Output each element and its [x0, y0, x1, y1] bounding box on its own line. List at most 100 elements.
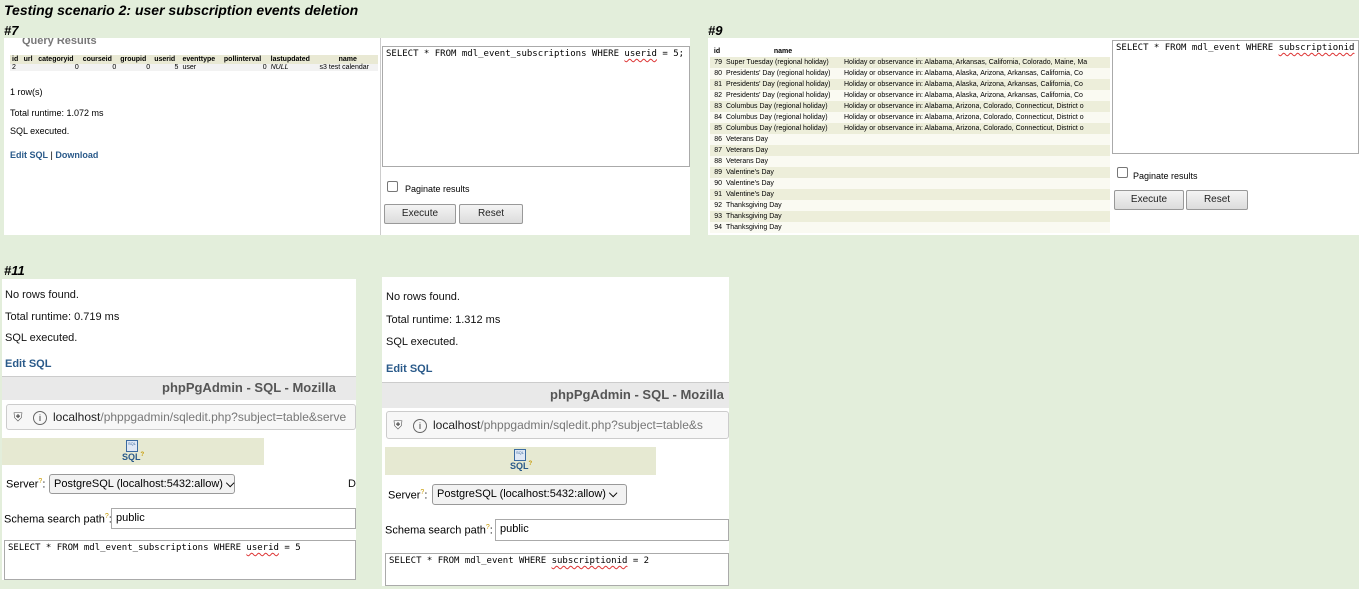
execute-button[interactable]: Execute	[1114, 190, 1184, 210]
edit-sql-link[interactable]: Edit SQL	[5, 358, 51, 370]
server-select[interactable]: PostgreSQL (localhost:5432:allow) ⌵	[432, 484, 627, 505]
col-name: name	[317, 55, 378, 64]
cell: Presidents' Day (regional holiday)	[724, 90, 842, 101]
label-11: #11	[4, 263, 25, 278]
col-name: name	[724, 46, 842, 57]
cell	[21, 64, 37, 71]
col-url: url	[21, 55, 37, 64]
cell: 0	[221, 64, 269, 71]
chevron-down-icon: ⌵	[226, 478, 235, 490]
cell: Holiday or observance in: Alabama, Arizo…	[842, 101, 1110, 112]
cell: s3 test calendar	[317, 64, 378, 71]
url-bar[interactable]: ⛨ i localhost/phppgadmin/sqledit.php?subje…	[386, 411, 729, 439]
truncated-text: D	[348, 478, 356, 490]
runtime: Total runtime: 1.072 ms	[10, 108, 104, 118]
query-results-heading: Query Results	[22, 38, 97, 47]
col-id: id	[10, 55, 22, 64]
chevron-down-icon: ⌵	[609, 488, 618, 500]
execute-button[interactable]: Execute	[384, 204, 456, 224]
table-row: 92 Thanksgiving Day	[710, 200, 1110, 211]
query-results-table: id url categoryid courseid groupid useri…	[10, 55, 378, 71]
reset-button[interactable]: Reset	[459, 204, 523, 224]
cell: 79	[710, 57, 724, 68]
edit-sql-link[interactable]: Edit SQL	[10, 150, 48, 160]
no-rows: No rows found.	[386, 291, 460, 303]
sql-executed: SQL executed.	[5, 332, 78, 344]
table-row: 91 Valentine's Day	[710, 189, 1110, 200]
no-rows: No rows found.	[5, 289, 79, 301]
table-row: 93 Thanksgiving Day	[710, 211, 1110, 222]
cell: Valentine's Day	[724, 178, 842, 189]
cell: Columbus Day (regional holiday)	[724, 112, 842, 123]
cell: user	[180, 64, 222, 71]
download-link[interactable]: Download	[55, 150, 98, 160]
tab-sql[interactable]: SQL SQL?	[2, 438, 264, 465]
sql-textarea[interactable]: SELECT * FROM mdl_event WHERE subscripti…	[385, 553, 729, 586]
cell: 89	[710, 167, 724, 178]
col-pollinterval: pollinterval	[221, 55, 269, 64]
cell: 93	[710, 211, 724, 222]
cell: Veterans Day	[724, 156, 842, 167]
cell: 86	[710, 134, 724, 145]
cell	[842, 189, 1110, 200]
cell: 0	[118, 64, 153, 71]
cell: Holiday or observance in: Alabama, Arizo…	[842, 123, 1110, 134]
paginate-label: Paginate results	[1133, 171, 1198, 181]
window-title: phpPgAdmin - SQL - Mozilla Fire	[2, 376, 356, 417]
schema-input[interactable]: public	[495, 519, 729, 541]
sql-textarea[interactable]: SELECT * FROM mdl_event_subscriptions WH…	[4, 540, 356, 580]
edit-sql-link[interactable]: Edit SQL	[386, 363, 432, 375]
col-courseid: courseid	[80, 55, 119, 64]
sql-textarea[interactable]: SELECT * FROM mdl_event_subscriptions WH…	[382, 46, 690, 167]
cell: Holiday or observance in: Alabama, Alask…	[842, 68, 1110, 79]
reset-button[interactable]: Reset	[1186, 190, 1248, 210]
cell	[842, 178, 1110, 189]
cell: 88	[710, 156, 724, 167]
server-select[interactable]: PostgreSQL (localhost:5432:allow) ⌵	[49, 474, 235, 494]
cell: 94	[710, 222, 724, 233]
cell: 81	[710, 79, 724, 90]
cell	[842, 200, 1110, 211]
cell: 87	[710, 145, 724, 156]
info-icon: i	[33, 410, 47, 425]
table-row: 80 Presidents' Day (regional holiday) Holi…	[710, 68, 1110, 79]
cell: Holiday or observance in: Alabama, Arkan…	[842, 57, 1110, 68]
cell: Super Tuesday (regional holiday)	[724, 57, 842, 68]
cell: Presidents' Day (regional holiday)	[724, 79, 842, 90]
cell	[842, 145, 1110, 156]
cell: Columbus Day (regional holiday)	[724, 123, 842, 134]
sql-icon: SQL	[514, 449, 526, 461]
paginate-label: Paginate results	[405, 184, 470, 194]
cell: 92	[710, 200, 724, 211]
server-label: Server	[6, 478, 39, 491]
screenshot-11b: No rows found. Total runtime: 1.312 ms S…	[382, 277, 729, 586]
schema-input[interactable]: public	[111, 508, 356, 529]
screenshot-9: id name 79 Super Tuesday (regional holida…	[708, 38, 1359, 235]
cell: Columbus Day (regional holiday)	[724, 101, 842, 112]
cell: 91	[710, 189, 724, 200]
cell: 85	[710, 123, 724, 134]
info-icon: i	[413, 418, 427, 433]
scenario-title: Testing scenario 2: user subscription ev…	[4, 2, 359, 18]
paginate-checkbox[interactable]	[1117, 167, 1128, 178]
server-label: Server	[388, 489, 421, 502]
cell: Presidents' Day (regional holiday)	[724, 68, 842, 79]
cell: Thanksgiving Day	[724, 211, 842, 222]
table-row: 85 Columbus Day (regional holiday) Holiday…	[710, 123, 1110, 134]
schema-label: Schema search path	[385, 524, 486, 537]
table-row: 89 Valentine's Day	[710, 167, 1110, 178]
table-row: 87 Veterans Day	[710, 145, 1110, 156]
rows-count: 1 row(s)	[10, 87, 43, 97]
cell	[842, 156, 1110, 167]
cell: Holiday or observance in: Alabama, Arizo…	[842, 112, 1110, 123]
col-eventtype: eventtype	[180, 55, 222, 64]
paginate-checkbox[interactable]	[387, 181, 398, 192]
sql-executed: SQL executed.	[10, 126, 70, 136]
url-bar[interactable]: ⛨ i localhost/phppgadmin/sqledit.php?subje…	[6, 404, 356, 430]
tab-sql[interactable]: SQL SQL?	[385, 447, 656, 475]
sql-textarea[interactable]: SELECT * FROM mdl_event WHERE subscripti…	[1112, 40, 1359, 154]
table-row: 84 Columbus Day (regional holiday) Holiday…	[710, 112, 1110, 123]
table-row: 90 Valentine's Day	[710, 178, 1110, 189]
cell: Veterans Day	[724, 134, 842, 145]
cell	[842, 134, 1110, 145]
